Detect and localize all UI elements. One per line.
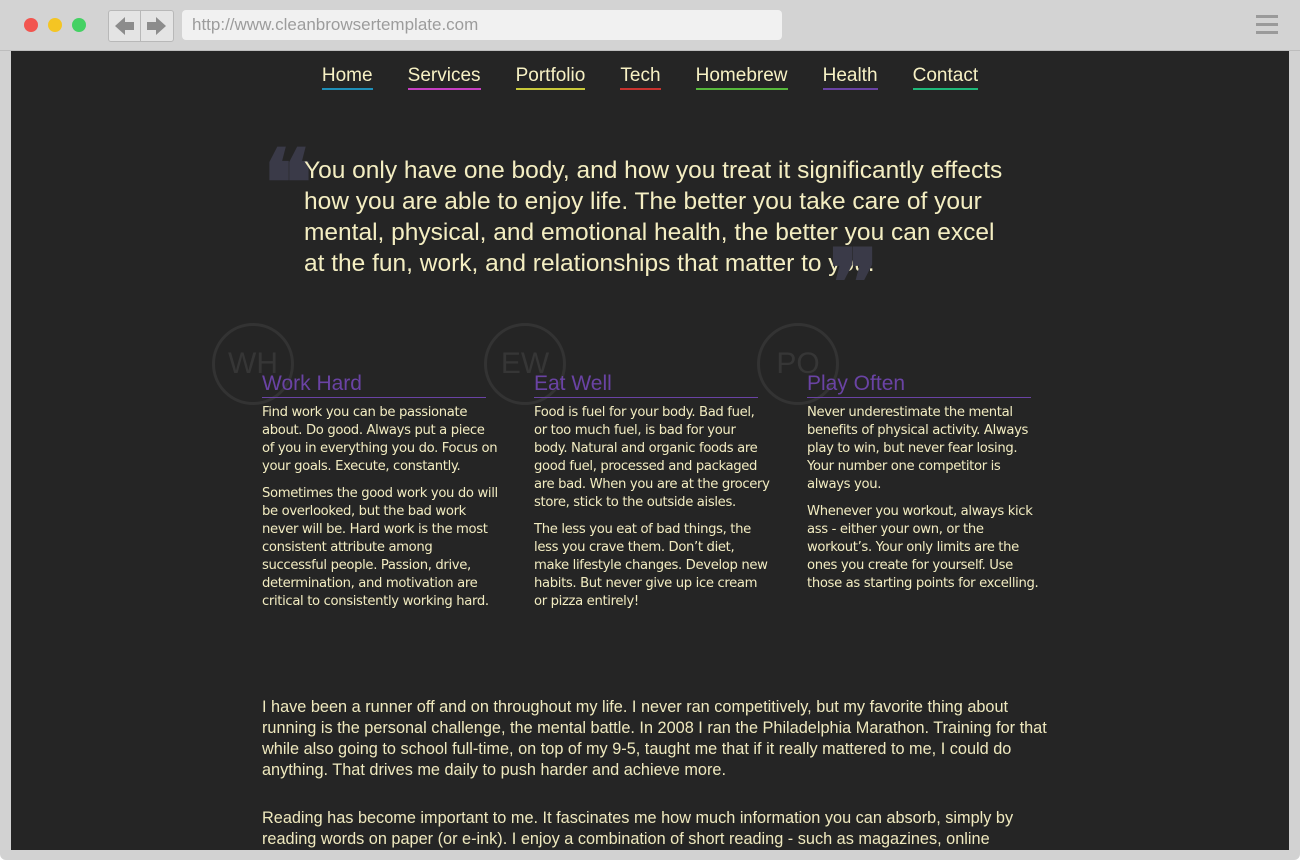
column-paragraph: Food is fuel for your body. Bad fuel, or… [534,405,770,510]
nav-home[interactable]: Home [321,65,373,90]
page-viewport: Home Services Portfolio Tech Homebrew He… [11,51,1289,850]
forward-button[interactable] [141,11,172,41]
nav-homebrew[interactable]: Homebrew [695,65,788,90]
browser-toolbar: http://www.cleanbrowsertemplate.com [0,0,1300,51]
browser-window: http://www.cleanbrowsertemplate.com Home… [0,0,1300,860]
minimize-dot[interactable] [48,18,62,32]
column-play-often: PO Play Often Never underestimate the me… [757,323,1043,593]
nav-services[interactable]: Services [407,65,481,90]
column-work-hard: WH Work Hard Find work you can be passio… [212,323,498,611]
forward-arrow-icon [147,17,166,35]
reading-paragraph: Reading has become important to me. It f… [262,809,1014,848]
column-paragraph: Never underestimate the mental benefits … [807,405,1029,492]
column-paragraph: Sometimes the good work you do will be o… [262,486,498,609]
nav-portfolio[interactable]: Portfolio [515,65,586,90]
history-buttons [108,10,174,42]
column-eat-well: EW Eat Well Food is fuel for your body. … [484,323,770,611]
close-quote-icon: ❞ [829,229,879,337]
nav-tech[interactable]: Tech [620,65,661,90]
health-quote: You only have one body, and how you trea… [304,157,1003,277]
column-paragraph: Whenever you workout, always kick ass - … [807,504,1039,591]
address-bar[interactable]: http://www.cleanbrowsertemplate.com [182,10,782,40]
hamburger-menu-icon[interactable] [1256,15,1278,35]
column-title: Eat Well [534,323,758,398]
nav-contact[interactable]: Contact [912,65,979,90]
column-paragraph: The less you eat of bad things, the less… [534,522,768,609]
back-button[interactable] [109,11,140,41]
main-nav: Home Services Portfolio Tech Homebrew He… [11,65,1289,90]
nav-health[interactable]: Health [822,65,878,90]
maximize-dot[interactable] [72,18,86,32]
close-dot[interactable] [24,18,38,32]
column-paragraph: Find work you can be passionate about. D… [262,405,498,474]
running-paragraph: I have been a runner off and on througho… [262,698,1047,779]
column-title: Work Hard [262,323,486,398]
column-title: Play Often [807,323,1031,398]
back-arrow-icon [115,17,134,35]
